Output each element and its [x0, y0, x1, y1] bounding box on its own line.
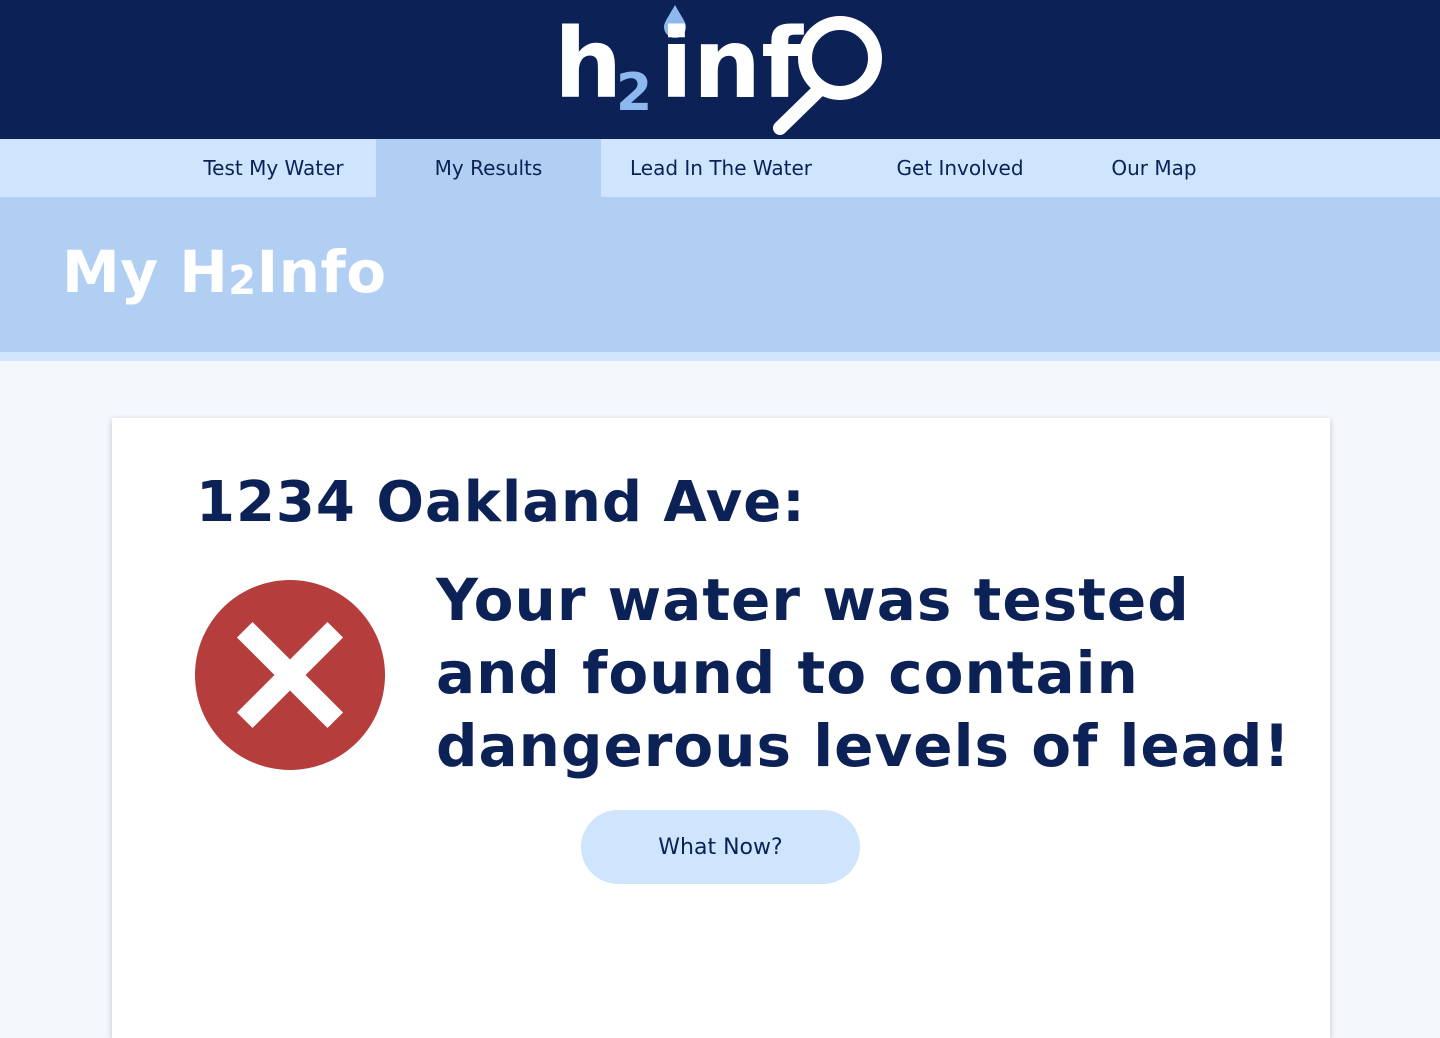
site-header: h 2 inf [0, 0, 1440, 139]
result-message: Your water was tested and found to conta… [436, 566, 1291, 780]
nav-item-get-involved[interactable]: Get Involved [880, 139, 1040, 197]
page-title-suffix: Info [256, 238, 387, 306]
main-nav: Test My Water My Results Lead In The Wat… [0, 139, 1440, 197]
page-title-subscript: 2 [228, 258, 257, 304]
banner-divider [0, 352, 1440, 361]
page-title-prefix: My H [62, 238, 229, 306]
what-now-button[interactable]: What Now? [581, 810, 860, 884]
page-title: My H2Info [62, 234, 387, 317]
h2info-logo-graphic: h 2 inf [554, 5, 882, 135]
result-card: 1234 Oakland Ave: Your water was tested … [112, 418, 1330, 1038]
nav-item-our-map[interactable]: Our Map [1094, 139, 1214, 197]
nav-item-lead-in-the-water[interactable]: Lead In The Water [612, 139, 830, 197]
logo-sub-text: 2 [616, 63, 652, 123]
logo-h-text: h [554, 8, 622, 120]
address-heading: 1234 Oakland Ave: [196, 470, 806, 535]
h2info-logo[interactable]: h 2 inf [540, 0, 900, 139]
nav-item-my-results[interactable]: My Results [376, 139, 601, 197]
logo-inf-text: inf [660, 8, 804, 120]
nav-item-test-my-water[interactable]: Test My Water [172, 139, 375, 197]
error-x-icon [195, 580, 385, 770]
